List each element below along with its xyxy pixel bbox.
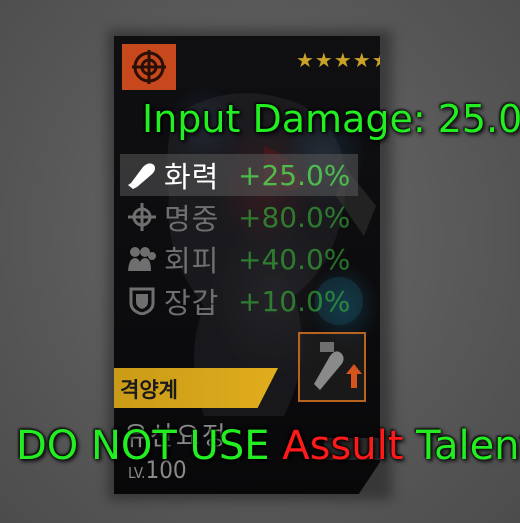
stat-value: +25.0% (238, 158, 351, 192)
stat-name: 화력 (164, 160, 220, 194)
class-icon (122, 44, 176, 90)
warning-highlight: Assult (282, 423, 404, 469)
input-damage-overlay: Input Damage: 25.0 (142, 97, 520, 141)
stat-value: +10.0% (238, 284, 351, 318)
stat-name: 장갑 (164, 286, 220, 320)
fairy-type-label: 격양계 (120, 378, 178, 402)
warning-text-start: DO NOT USE (16, 423, 283, 469)
stat-row-evasion: 회피 +40.0% (120, 238, 358, 280)
warning-text-end: Talent (416, 423, 520, 469)
rarity-stars: ★★★★★ (296, 48, 380, 72)
stat-value: +80.0% (238, 200, 351, 234)
target-icon (132, 50, 166, 84)
stat-row-armor: 장갑 +10.0% (120, 280, 358, 322)
stat-name: 명중 (164, 202, 220, 236)
bullet-icon (124, 159, 160, 191)
bullet-upgrade-icon (314, 342, 362, 390)
stat-row-firepower: 화력 +25.0% (120, 154, 358, 196)
people-icon (124, 243, 160, 275)
stat-name: 회피 (164, 244, 220, 278)
shield-icon (124, 285, 160, 317)
stat-row-accuracy: 명중 +80.0% (120, 196, 358, 238)
crosshair-icon (124, 201, 160, 233)
fairy-type-tag: 격양계 (114, 368, 278, 408)
stat-panel: 화력 +25.0% 명중 +80.0% 회피 +40.0% 장갑 +10.0% (120, 154, 358, 322)
stat-value: +40.0% (238, 242, 351, 276)
skill-upgrade-button[interactable] (298, 332, 366, 402)
talent-warning-overlay: DO NOT USE Assult Talent (16, 423, 520, 469)
